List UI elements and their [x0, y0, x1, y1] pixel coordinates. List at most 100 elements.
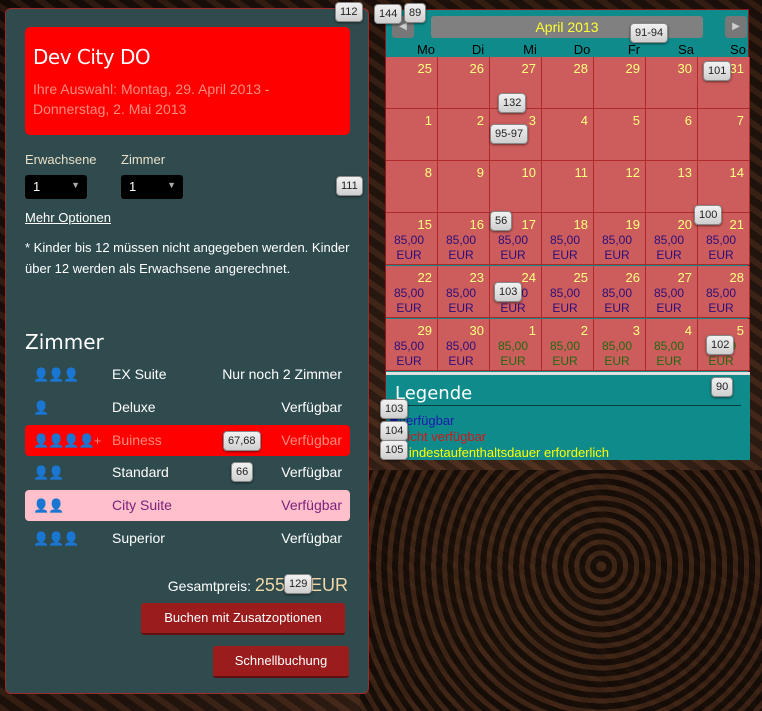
- quick-book-button[interactable]: Schnellbuchung: [213, 646, 349, 678]
- price-value: 85,00: [653, 339, 685, 353]
- more-options-link[interactable]: Mehr Optionen: [25, 210, 111, 225]
- calendar-day[interactable]: 26: [438, 57, 490, 109]
- room-row-buiness[interactable]: 👤👤👤👤+ Buiness Verfügbar: [25, 425, 350, 456]
- person-icons: 👤: [33, 400, 49, 415]
- day-number: 18: [573, 217, 588, 232]
- hotel-info-box: Dev City DO Ihre Auswahl: Montag, 29. Ap…: [25, 27, 350, 135]
- room-row-deluxe[interactable]: 👤 Deluxe Verfügbar: [25, 392, 350, 423]
- booking-panel: Dev City DO Ihre Auswahl: Montag, 29. Ap…: [5, 8, 369, 694]
- day-price: 85,00EUR: [437, 286, 485, 316]
- calendar-day[interactable]: 1: [386, 109, 438, 161]
- calendar-day[interactable]: 20 85,00 EUR: [646, 213, 698, 265]
- chevron-down-icon: ▼: [71, 180, 80, 190]
- calendar-day[interactable]: 15 85,00 EUR: [386, 213, 438, 265]
- calendar-day[interactable]: 18 85,00 EUR: [542, 213, 594, 265]
- rooms-select[interactable]: 1 ▼: [121, 175, 183, 199]
- book-with-extras-button[interactable]: Buchen mit Zusatzoptionen: [141, 603, 345, 635]
- calendar-day[interactable]: 2 85,00 EUR: [542, 319, 594, 371]
- calendar-day[interactable]: 11: [542, 161, 594, 213]
- room-name: Standard: [112, 464, 169, 480]
- calendar-day[interactable]: 1 85,00 EUR: [490, 319, 542, 371]
- calendar-day[interactable]: 29 85,00 EUR: [386, 319, 438, 371]
- price-value: 85,00: [653, 286, 685, 300]
- day-number: 7: [736, 113, 744, 128]
- day-number: 27: [521, 61, 536, 76]
- calendar-day[interactable]: 4 85,00 EUR: [646, 319, 698, 371]
- person-icons: 👤👤👤: [33, 531, 80, 546]
- day-number: 6: [684, 113, 692, 128]
- calendar-day[interactable]: 25 85,00 EUR: [542, 266, 594, 318]
- price-value: 85,00: [653, 233, 685, 247]
- room-row-city-suite[interactable]: 👤👤 City Suite Verfügbar: [25, 490, 350, 521]
- price-value: 85,00: [445, 339, 477, 353]
- calendar-day[interactable]: 30: [646, 57, 698, 109]
- price-currency: EUR: [656, 354, 682, 368]
- calendar-day[interactable]: 8: [386, 161, 438, 213]
- price-value: 85,00: [601, 233, 633, 247]
- rooms-heading: Zimmer: [25, 330, 104, 354]
- calendar-day[interactable]: 10: [490, 161, 542, 213]
- day-number: 22: [417, 270, 432, 285]
- day-price: 85,00EUR: [541, 339, 589, 369]
- calendar-day[interactable]: 7: [698, 109, 750, 161]
- adults-label: Erwachsene: [25, 152, 97, 167]
- room-status: Verfügbar: [281, 432, 342, 448]
- room-row-ex-suite[interactable]: 👤👤👤 EX Suite Nur noch 2 Zimmer: [25, 359, 350, 390]
- price-currency: EUR: [552, 248, 578, 262]
- calendar-day[interactable]: 13: [646, 161, 698, 213]
- room-row-superior[interactable]: 👤👤👤 Superior Verfügbar: [25, 523, 350, 554]
- calendar-day[interactable]: 29: [594, 57, 646, 109]
- calendar-day[interactable]: 3 85,00 EUR: [594, 319, 646, 371]
- price-currency: EUR: [500, 248, 526, 262]
- day-number: 3: [528, 113, 536, 128]
- calendar-day[interactable]: 6: [646, 109, 698, 161]
- day-number: 16: [469, 217, 484, 232]
- room-row-standard[interactable]: 👤👤 Standard Verfügbar: [25, 457, 350, 488]
- person-icons: 👤👤: [33, 498, 64, 513]
- calendar-day[interactable]: 12: [594, 161, 646, 213]
- rooms-value: 1: [129, 179, 137, 194]
- day-number: 29: [625, 61, 640, 76]
- total-label: Gesamtpreis:: [167, 578, 252, 594]
- calendar-day[interactable]: 27 85,00 EUR: [646, 266, 698, 318]
- calendar-day[interactable]: 30 85,00 EUR: [438, 319, 490, 371]
- chevron-down-icon: ▼: [167, 180, 176, 190]
- marker-badge: 129: [284, 574, 313, 594]
- day-number: 31: [729, 61, 744, 76]
- calendar-day[interactable]: 28: [542, 57, 594, 109]
- day-price: 85,00EUR: [645, 339, 693, 369]
- marker-badge: 144: [374, 4, 403, 24]
- calendar-day[interactable]: 28 85,00 EUR: [698, 266, 750, 318]
- calendar-day[interactable]: 4: [542, 109, 594, 161]
- calendar-day[interactable]: 26 85,00 EUR: [594, 266, 646, 318]
- day-number: 10: [521, 165, 536, 180]
- price-currency: EUR: [552, 354, 578, 368]
- room-name: Superior: [112, 530, 165, 546]
- price-currency: EUR: [656, 248, 682, 262]
- day-number: 2: [476, 113, 484, 128]
- calendar-day[interactable]: 25: [386, 57, 438, 109]
- day-price: 85,00EUR: [385, 286, 433, 316]
- price-value: 85,00: [549, 286, 581, 300]
- calendar-day[interactable]: 5: [594, 109, 646, 161]
- day-number: 29: [417, 323, 432, 338]
- calendar-day[interactable]: 22 85,00 EUR: [386, 266, 438, 318]
- day-number: 19: [625, 217, 640, 232]
- calendar-day[interactable]: 9: [438, 161, 490, 213]
- day-number: 3: [632, 323, 640, 338]
- day-number: 1: [528, 323, 536, 338]
- day-price: 85,00EUR: [437, 233, 485, 263]
- legend-item-unavailable: Nicht verfügbar: [390, 429, 486, 444]
- calendar-day[interactable]: 2: [438, 109, 490, 161]
- day-price: 85,00EUR: [593, 233, 641, 263]
- weekday-header: Mi: [523, 42, 537, 57]
- day-number: 14: [729, 165, 744, 180]
- adults-select[interactable]: 1 ▼: [25, 175, 87, 199]
- calendar-day[interactable]: 23 85,00 EUR: [438, 266, 490, 318]
- day-number: 30: [469, 323, 484, 338]
- date-selection: Ihre Auswahl: Montag, 29. April 2013 - D…: [33, 81, 270, 117]
- price-value: 85,00: [705, 286, 737, 300]
- next-month-button[interactable]: ▶: [725, 16, 747, 38]
- calendar-day[interactable]: 16 85,00 EUR: [438, 213, 490, 265]
- calendar-day[interactable]: 19 85,00 EUR: [594, 213, 646, 265]
